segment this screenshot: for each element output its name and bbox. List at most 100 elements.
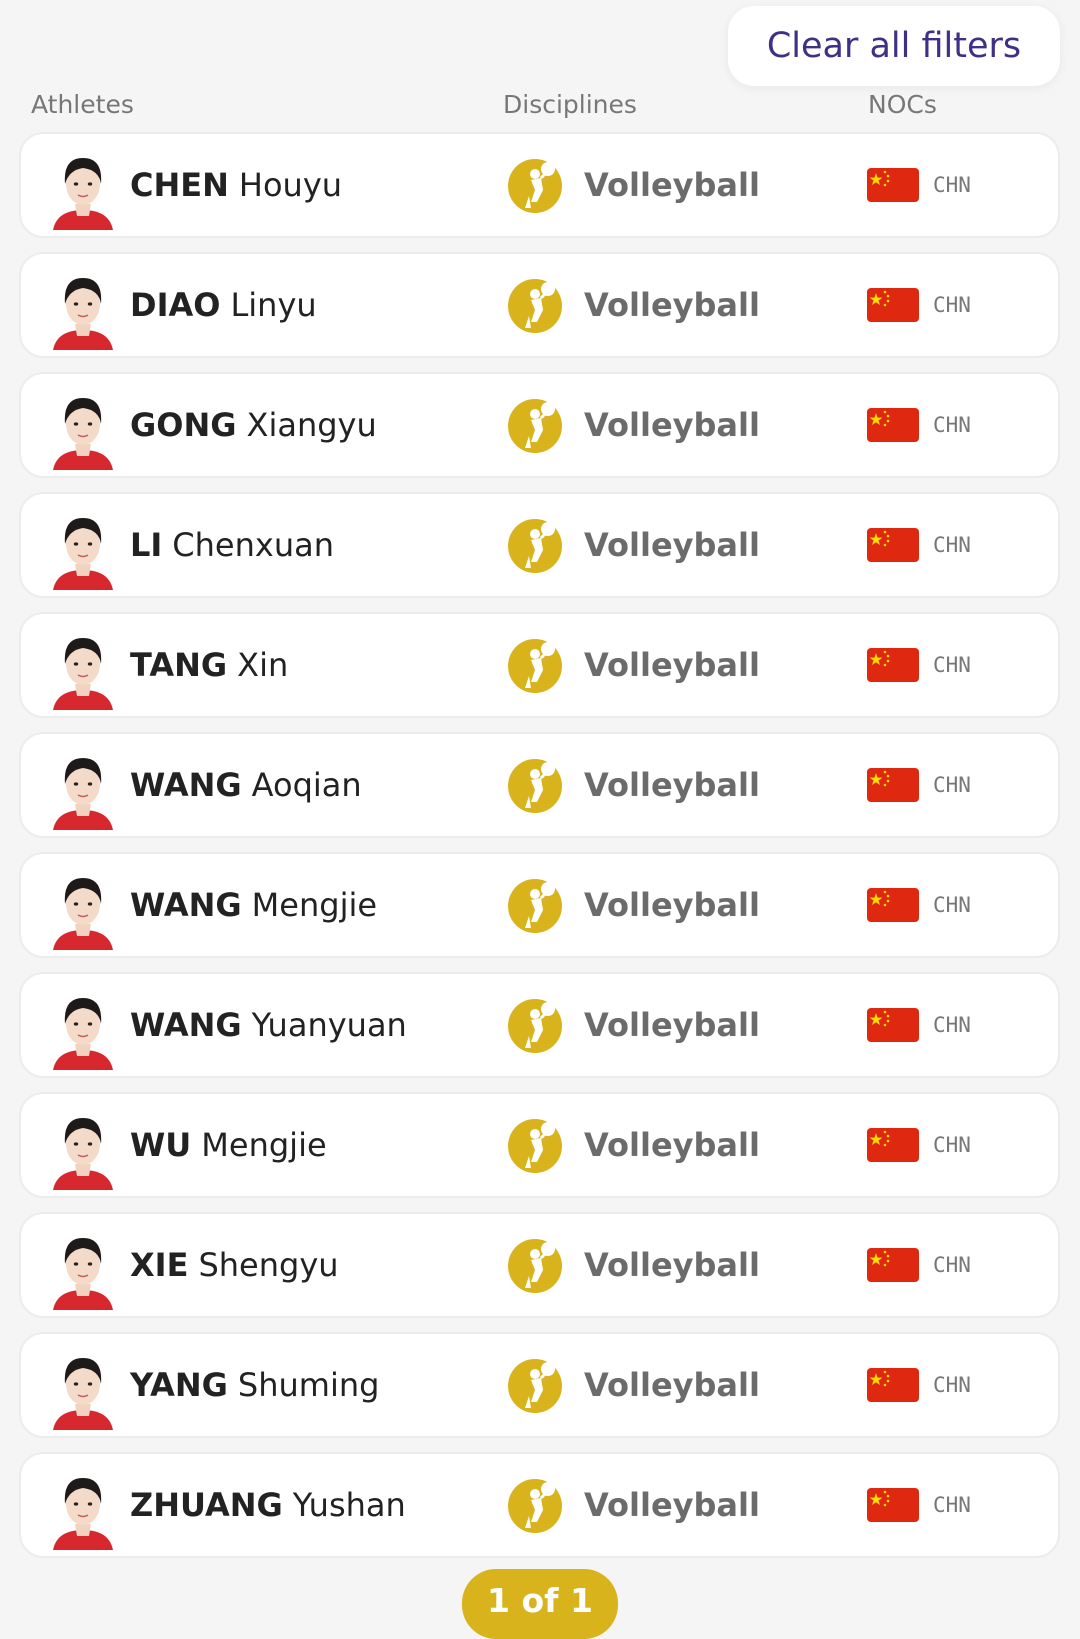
athlete-name[interactable]: WANG Aoqian: [130, 734, 362, 836]
athlete-last-name: WANG: [130, 1006, 242, 1044]
discipline-label: Volleyball: [584, 286, 760, 324]
athlete-first-name: Aoqian: [251, 766, 362, 804]
athlete-avatar: [43, 1104, 123, 1190]
athlete-avatar: [43, 384, 123, 470]
volleyball-pictogram-icon: [505, 1116, 565, 1176]
athlete-row[interactable]: YANG Shuming Volleyball CHN: [19, 1332, 1060, 1438]
athlete-name[interactable]: GONG Xiangyu: [130, 374, 377, 476]
noc-code: CHN: [933, 293, 971, 317]
discipline-label: Volleyball: [584, 766, 760, 804]
china-flag-icon: [867, 1368, 919, 1402]
china-flag-icon: [867, 768, 919, 802]
discipline-label: Volleyball: [584, 1006, 760, 1044]
noc-code: CHN: [933, 653, 971, 677]
pagination-indicator: 1 of 1: [462, 1569, 618, 1639]
volleyball-pictogram-icon: [505, 1356, 565, 1416]
athlete-first-name: Xiangyu: [246, 406, 377, 444]
athlete-first-name: Houyu: [238, 166, 343, 204]
athlete-avatar: [43, 984, 123, 1070]
volleyball-pictogram-icon: [505, 156, 565, 216]
athlete-first-name: Shuming: [237, 1366, 380, 1404]
athlete-name[interactable]: WANG Yuanyuan: [130, 974, 407, 1076]
china-flag-icon: [867, 1008, 919, 1042]
athlete-row[interactable]: ZHUANG Yushan Volleyball CHN: [19, 1452, 1060, 1558]
volleyball-pictogram-icon: [505, 996, 565, 1056]
china-flag-icon: [867, 1488, 919, 1522]
volleyball-pictogram-icon: [505, 276, 565, 336]
china-flag-icon: [867, 528, 919, 562]
discipline-label: Volleyball: [584, 406, 760, 444]
athlete-row[interactable]: XIE Shengyu Volleyball CHN: [19, 1212, 1060, 1318]
noc-code: CHN: [933, 173, 971, 197]
noc-code: CHN: [933, 1373, 971, 1397]
athlete-avatar: [43, 624, 123, 710]
athlete-name[interactable]: YANG Shuming: [130, 1334, 379, 1436]
athlete-avatar: [43, 144, 123, 230]
discipline-label: Volleyball: [584, 1246, 760, 1284]
volleyball-pictogram-icon: [505, 1476, 565, 1536]
volleyball-pictogram-icon: [505, 516, 565, 576]
athlete-last-name: XIE: [130, 1246, 189, 1284]
china-flag-icon: [867, 1128, 919, 1162]
athlete-last-name: WANG: [130, 766, 242, 804]
athlete-name[interactable]: CHEN Houyu: [130, 134, 342, 236]
column-header-disciplines: Disciplines: [503, 90, 637, 119]
athlete-last-name: YANG: [130, 1366, 228, 1404]
noc-code: CHN: [933, 533, 971, 557]
athlete-last-name: DIAO: [130, 286, 221, 324]
volleyball-pictogram-icon: [505, 396, 565, 456]
volleyball-pictogram-icon: [505, 636, 565, 696]
column-header-athletes: Athletes: [31, 90, 134, 119]
athlete-row[interactable]: GONG Xiangyu Volleyball CHN: [19, 372, 1060, 478]
athlete-row[interactable]: WANG Mengjie Volleyball CHN: [19, 852, 1060, 958]
china-flag-icon: [867, 1248, 919, 1282]
athlete-row[interactable]: WANG Aoqian Volleyball CHN: [19, 732, 1060, 838]
athlete-list: CHEN Houyu Volleyball CHN DIAO Linyu Vol…: [19, 132, 1060, 1572]
discipline-label: Volleyball: [584, 1366, 760, 1404]
discipline-label: Volleyball: [584, 1486, 760, 1524]
athlete-last-name: GONG: [130, 406, 237, 444]
discipline-label: Volleyball: [584, 886, 760, 924]
athlete-name[interactable]: WANG Mengjie: [130, 854, 377, 956]
athlete-last-name: TANG: [130, 646, 228, 684]
athlete-row[interactable]: LI Chenxuan Volleyball CHN: [19, 492, 1060, 598]
athlete-name[interactable]: WU Mengjie: [130, 1094, 327, 1196]
discipline-label: Volleyball: [584, 526, 760, 564]
athlete-first-name: Shengyu: [198, 1246, 339, 1284]
noc-code: CHN: [933, 1253, 971, 1277]
athlete-first-name: Xin: [237, 646, 289, 684]
athlete-row[interactable]: WU Mengjie Volleyball CHN: [19, 1092, 1060, 1198]
china-flag-icon: [867, 888, 919, 922]
athlete-last-name: WU: [130, 1126, 192, 1164]
athlete-row[interactable]: CHEN Houyu Volleyball CHN: [19, 132, 1060, 238]
athlete-row[interactable]: DIAO Linyu Volleyball CHN: [19, 252, 1060, 358]
athlete-row[interactable]: TANG Xin Volleyball CHN: [19, 612, 1060, 718]
athlete-avatar: [43, 864, 123, 950]
athlete-name[interactable]: DIAO Linyu: [130, 254, 317, 356]
china-flag-icon: [867, 168, 919, 202]
china-flag-icon: [867, 648, 919, 682]
clear-all-filters-button[interactable]: Clear all filters: [728, 6, 1060, 86]
discipline-label: Volleyball: [584, 166, 760, 204]
athlete-avatar: [43, 744, 123, 830]
athlete-first-name: Yushan: [292, 1486, 406, 1524]
athlete-last-name: CHEN: [130, 166, 229, 204]
athlete-name[interactable]: LI Chenxuan: [130, 494, 334, 596]
athlete-avatar: [43, 1224, 123, 1310]
athlete-row[interactable]: WANG Yuanyuan Volleyball CHN: [19, 972, 1060, 1078]
column-header-nocs: NOCs: [868, 90, 937, 119]
athlete-last-name: ZHUANG: [130, 1486, 283, 1524]
china-flag-icon: [867, 288, 919, 322]
athlete-name[interactable]: XIE Shengyu: [130, 1214, 339, 1316]
noc-code: CHN: [933, 1133, 971, 1157]
discipline-label: Volleyball: [584, 1126, 760, 1164]
athlete-name[interactable]: TANG Xin: [130, 614, 288, 716]
noc-code: CHN: [933, 1493, 971, 1517]
athlete-first-name: Mengjie: [251, 886, 378, 924]
athlete-avatar: [43, 1464, 123, 1550]
athlete-last-name: WANG: [130, 886, 242, 924]
noc-code: CHN: [933, 1013, 971, 1037]
volleyball-pictogram-icon: [505, 756, 565, 816]
noc-code: CHN: [933, 773, 971, 797]
athlete-name[interactable]: ZHUANG Yushan: [130, 1454, 406, 1556]
